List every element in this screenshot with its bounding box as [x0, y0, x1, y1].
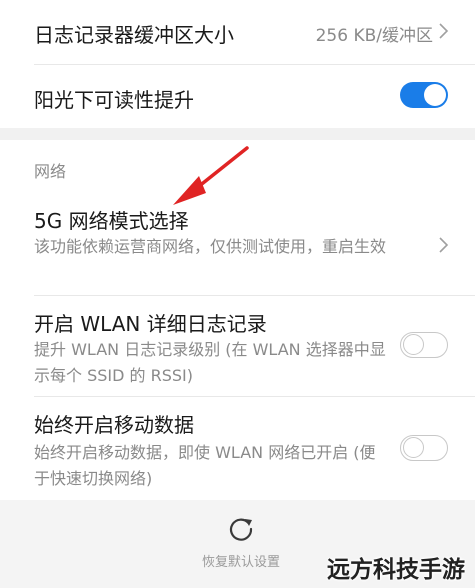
toggle-knob	[403, 334, 424, 355]
log-buffer-value: 256 KB/缓冲区	[315, 26, 433, 46]
sunlight-readability-toggle[interactable]	[400, 82, 448, 108]
5g-mode-description: 该功能依赖运营商网络，仅供测试使用，重启生效	[34, 237, 387, 256]
sunlight-readability-row[interactable]: 阳光下可读性提升	[0, 65, 475, 128]
mobile-data-always-on-title: 始终开启移动数据	[34, 413, 194, 437]
toggle-knob	[403, 437, 424, 458]
wlan-verbose-logging-description: 提升 WLAN 日志记录级别 (在 WLAN 选择器中显示每个 SSID 的 R…	[34, 340, 386, 385]
refresh-icon	[229, 518, 253, 541]
mobile-data-always-on-toggle[interactable]	[400, 435, 448, 461]
network-section-title: 网络	[34, 162, 67, 181]
section-gap	[0, 128, 475, 140]
sunlight-readability-title: 阳光下可读性提升	[34, 88, 194, 112]
wlan-verbose-logging-row[interactable]: 开启 WLAN 详细日志记录 提升 WLAN 日志记录级别 (在 WLAN 选择…	[0, 296, 475, 396]
wlan-verbose-logging-title: 开启 WLAN 详细日志记录	[34, 312, 267, 336]
5g-mode-title: 5G 网络模式选择	[34, 209, 189, 233]
mobile-data-always-on-description: 始终开启移动数据，即使 WLAN 网络已开启 (便于快速切换网络)	[34, 443, 376, 488]
wlan-verbose-logging-toggle[interactable]	[400, 332, 448, 358]
5g-mode-row[interactable]: 5G 网络模式选择 该功能依赖运营商网络，仅供测试使用，重启生效	[0, 196, 475, 296]
restore-defaults-label: 恢复默认设置	[202, 555, 281, 570]
log-buffer-title: 日志记录器缓冲区大小	[34, 23, 234, 47]
mobile-data-always-on-row[interactable]: 始终开启移动数据 始终开启移动数据，即使 WLAN 网络已开启 (便于快速切换网…	[0, 397, 475, 497]
chevron-right-icon	[439, 23, 449, 39]
chevron-right-icon	[439, 237, 449, 253]
watermark-text: 远方科技手游	[327, 557, 465, 583]
log-buffer-row[interactable]: 日志记录器缓冲区大小 256 KB/缓冲区	[0, 0, 475, 64]
toggle-knob	[424, 84, 446, 106]
